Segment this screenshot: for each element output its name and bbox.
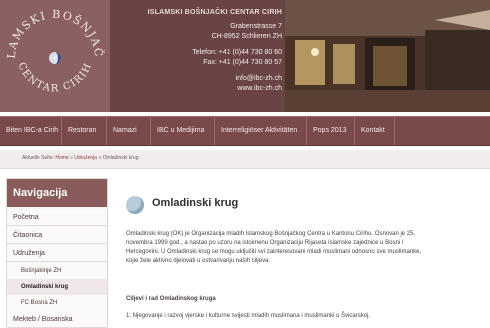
sidebar-item-fc-bosna[interactable]: FC Bosna ZH bbox=[7, 295, 107, 312]
section-subtitle: Ciljevi i rad Omladinskog kruga bbox=[126, 296, 216, 302]
sidebar-navigation: Navigacija Početna Čitaonica Udruženja B… bbox=[6, 178, 108, 328]
nav-item-ibc-mediji[interactable]: IBC u Medijima bbox=[151, 117, 215, 145]
breadcrumb-prefix: Aktuelle Seite: bbox=[22, 155, 54, 161]
nav-item-biten-ibc[interactable]: Biten IBC-a Cirih bbox=[0, 117, 62, 145]
website-link[interactable]: www.ibc-zh.ch bbox=[237, 84, 282, 94]
intro-paragraph: Omladinski krug (OK) je Organizacija mla… bbox=[126, 230, 482, 266]
fax-line: Fax: +41 (0)44 730 80 57 bbox=[203, 59, 282, 66]
sidebar-item-mekteb[interactable]: Mekteb / Bosanska bbox=[7, 311, 107, 328]
speech-bubble-icon bbox=[126, 196, 144, 214]
sidebar-item-pocetna[interactable]: Početna bbox=[7, 209, 107, 226]
ibc-logo[interactable]: ISLAMSKI BOŠNJAČKI CENTAR CIRIH bbox=[0, 0, 110, 112]
paragraph-line: Omladinski krug (OK) je Organizacija mla… bbox=[126, 231, 416, 237]
email-link[interactable]: info@ibc-zh.ch bbox=[236, 74, 282, 84]
interior-photo bbox=[285, 0, 490, 112]
breadcrumb: Aktuelle Seite: Home » Udruženja » Omlad… bbox=[0, 150, 490, 169]
paragraph-line: kojie žele aktivno djelovati u ostvariva… bbox=[126, 258, 271, 264]
logo-emblem-icon: ISLAMSKI BOŠNJAČKI CENTAR CIRIH bbox=[0, 0, 105, 104]
sidebar-item-citaonica[interactable]: Čitaonica bbox=[7, 227, 107, 244]
nav-item-kontakt[interactable]: Kontakt bbox=[355, 117, 395, 145]
interior-photo-illustration bbox=[285, 0, 490, 112]
paragraph-line: Hercegovini. U Omladinski krug se mogu u… bbox=[126, 249, 422, 255]
main-navigation: Biten IBC-a Cirih Restoran Namazi IBC u … bbox=[0, 116, 490, 146]
sidebar-item-omladinski-krug[interactable]: Omladinski krug bbox=[7, 279, 107, 296]
contact-address: ISLAMSKI BOŠNJAČKI CENTAR CIRIH Grabenst… bbox=[118, 8, 282, 108]
nav-item-pops-2013[interactable]: Pops 2013 bbox=[307, 117, 355, 145]
main-content: Omladinski krug Omladinski krug (OK) je … bbox=[118, 178, 484, 325]
nav-item-interreligioser[interactable]: Interreligiöser Aktivitäten bbox=[215, 117, 307, 145]
city-line: CH-8952 Schlieren ZH bbox=[211, 33, 282, 40]
paragraph-line: novembra 1999 god., a nastao po uzoru na… bbox=[126, 240, 404, 246]
goals-list-item: 1. Njegovanje i razvoj vjerske i kulturn… bbox=[126, 313, 371, 319]
breadcrumb-current: Omladinski krug bbox=[102, 155, 139, 161]
nav-item-restoran[interactable]: Restoran bbox=[62, 117, 107, 145]
sidebar-item-bosnjakinje[interactable]: Bošnjakinje ZH bbox=[7, 263, 107, 280]
breadcrumb-separator: » bbox=[98, 155, 102, 161]
breadcrumb-home-link[interactable]: Home bbox=[55, 155, 68, 161]
header-banner: ISLAMSKI BOŠNJAČKI CENTAR CIRIH ISLAMSKI… bbox=[0, 0, 490, 112]
breadcrumb-separator: » bbox=[70, 155, 73, 161]
page-title: Omladinski krug bbox=[152, 197, 239, 209]
sidebar-item-udruzenja[interactable]: Udruženja bbox=[7, 245, 107, 262]
sidebar-title: Navigacija bbox=[7, 179, 107, 207]
breadcrumb-udruzenja-link[interactable]: Udruženja bbox=[74, 155, 97, 161]
org-name: ISLAMSKI BOŠNJAČKI CENTAR CIRIH bbox=[147, 9, 282, 16]
breadcrumb-trail: Aktuelle Seite: Home » Udruženja » Omlad… bbox=[22, 155, 138, 161]
phone-line: Telefon: +41 (0)44 730 80 60 bbox=[192, 49, 282, 56]
nav-item-namazi[interactable]: Namazi bbox=[107, 117, 151, 145]
street-line: Grabenstrasse 7 bbox=[230, 23, 282, 30]
